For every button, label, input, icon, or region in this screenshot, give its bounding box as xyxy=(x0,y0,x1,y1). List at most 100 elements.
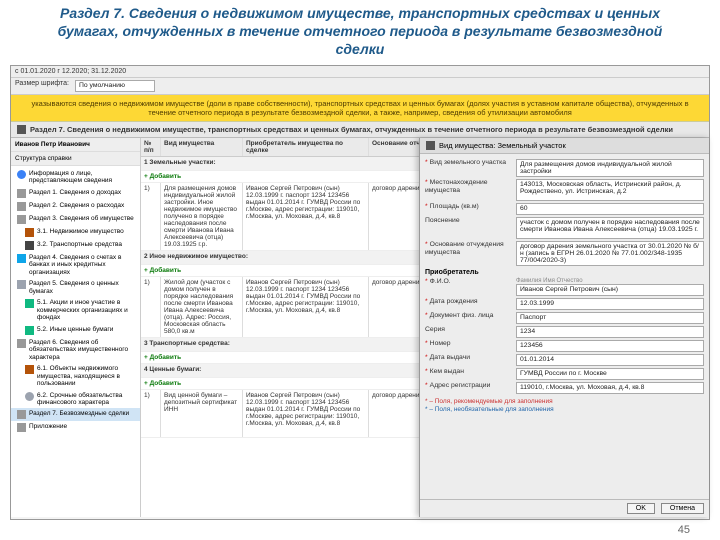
sidebar-item-label: Информация о лице, представляющем сведен… xyxy=(29,170,137,185)
sidebar-item-s31[interactable]: 3.1. Недвижимое имущество xyxy=(11,226,140,239)
font-toolbar: Размер шрифта: По умолчанию xyxy=(11,78,709,95)
sidebar-item-s7[interactable]: Раздел 7. Безвозмездные сделки xyxy=(11,408,140,421)
window-period: с 01.01.2020 г 12.2020; 31.12.2020 xyxy=(11,66,709,78)
sidebar-item-s6[interactable]: Раздел 6. Сведения об обязательствах иму… xyxy=(11,337,140,363)
cell-num: 1) xyxy=(141,183,161,250)
doc-icon xyxy=(17,339,26,348)
font-label: Размер шрифта: xyxy=(15,80,69,92)
page-number: 45 xyxy=(678,524,690,536)
cell-vid: Жилой дом (участок с домом получен в пор… xyxy=(161,277,243,337)
sidebar-item-s3[interactable]: Раздел 3. Сведения об имуществе xyxy=(11,213,140,226)
sidebar-item-s52[interactable]: 5.2. Иные ценные бумаги xyxy=(11,324,140,337)
addr-label: Адрес регистрации xyxy=(425,382,511,390)
doc-icon xyxy=(17,189,26,198)
font-size-select[interactable]: По умолчанию xyxy=(75,80,155,92)
sidebar-item-label: Раздел 7. Безвозмездные сделки xyxy=(29,410,129,417)
sidebar-item-s32[interactable]: 3.2. Транспортные средства xyxy=(11,239,140,252)
fio-label: Ф.И.О. xyxy=(425,278,511,286)
addr-input[interactable]: 119010, г.Москва, ул. Моховая, д.4, кв.8 xyxy=(516,382,704,394)
dob-label: Дата рождения xyxy=(425,298,511,306)
sidebar-item-s61[interactable]: 6.1. Объекты недвижимого имущества, нахо… xyxy=(11,363,140,389)
doc-icon xyxy=(17,410,26,419)
area-input[interactable]: 60 xyxy=(516,203,704,215)
th-num: № п/п xyxy=(141,138,161,156)
doc-select[interactable]: Паспорт xyxy=(516,312,704,324)
ok-button[interactable]: OK xyxy=(627,503,655,514)
doc-icon xyxy=(17,423,26,432)
square-icon xyxy=(25,326,34,335)
edit-modal: Вид имущества: Земельный участок Вид зем… xyxy=(419,138,709,517)
sidebar-item-label: 5.1. Акции и иное участие в коммерческих… xyxy=(37,299,137,321)
area-label: Площадь (кв.м) xyxy=(425,203,511,211)
content-table-area: № п/п Вид имущества Приобретатель имущес… xyxy=(141,138,709,517)
sidebar-item-label: 3.2. Транспортные средства xyxy=(37,241,122,248)
doc-icon xyxy=(17,202,26,211)
location-label: Местонахождение имущества xyxy=(425,179,511,195)
cell-vid: Вид ценной бумаги – депозитный сертифика… xyxy=(161,390,243,437)
sidebar: Иванов Петр Иванович Структура справки И… xyxy=(11,138,141,517)
sidebar-item-label: 5.2. Иные ценные бумаги xyxy=(37,326,113,333)
dob-input[interactable]: 12.03.1999 xyxy=(516,298,704,310)
th-vid: Вид имущества xyxy=(161,138,243,156)
paper-icon xyxy=(17,280,26,289)
sidebar-item-label: Приложение xyxy=(29,423,67,430)
note-textarea[interactable]: участок с домом получен в порядке наслед… xyxy=(516,217,704,239)
sidebar-item-s2[interactable]: Раздел 2. Сведения о расходах xyxy=(11,200,140,213)
note-label: Пояснение xyxy=(425,217,511,225)
sidebar-item-label: Раздел 4. Сведения о счетах в банках и и… xyxy=(29,254,137,276)
cell-acq: Иванов Сергей Петрович (сын) 12.03.1999 … xyxy=(243,390,369,437)
cancel-button[interactable]: Отмена xyxy=(661,503,704,514)
modal-title: Вид имущества: Земельный участок xyxy=(439,141,566,150)
info-banner: указываются сведения о недвижимом имущес… xyxy=(11,95,709,122)
cell-num: 1) xyxy=(141,390,161,437)
modal-body: Вид земельного участка Для размещения дом… xyxy=(420,154,709,499)
sidebar-tree: Информация о лице, представляющем сведен… xyxy=(11,166,140,436)
modal-footer: OK Отмена xyxy=(420,499,709,517)
modal-title-bar: Вид имущества: Земельный участок xyxy=(420,138,709,154)
fio-input[interactable]: Иванов Сергей Петрович (сын) xyxy=(516,284,704,296)
doc-label: Документ физ. лица xyxy=(425,312,511,320)
sidebar-item-label: 6.2. Срочные обязательства финансового х… xyxy=(37,392,137,407)
osn-label: Основание отчуждения имущества xyxy=(425,241,511,257)
issuer-input[interactable]: ГУМВД России по г. Москве xyxy=(516,368,704,380)
num-input[interactable]: 123456 xyxy=(516,340,704,352)
sidebar-item-s51[interactable]: 5.1. Акции и иное участие в коммерческих… xyxy=(11,297,140,323)
modal-icon xyxy=(426,141,435,150)
cell-acq: Иванов Сергей Петрович (сын) 12.03.1999 … xyxy=(243,277,369,337)
land-type-select[interactable]: Для размещения домов индивидуальной жило… xyxy=(516,159,704,177)
land-type-label: Вид земельного участка xyxy=(425,159,511,167)
series-label: Серия xyxy=(425,326,511,334)
main-area: Иванов Петр Иванович Структура справки И… xyxy=(11,138,709,517)
th-acq: Приобретатель имущества по сделке xyxy=(243,138,369,156)
issue-date-label: Дата выдачи xyxy=(425,354,511,362)
sidebar-item-info[interactable]: Информация о лице, представляющем сведен… xyxy=(11,168,140,187)
num-label: Номер xyxy=(425,340,511,348)
bank-icon xyxy=(17,254,26,263)
cell-num: 1) xyxy=(141,277,161,337)
sidebar-item-s4[interactable]: Раздел 4. Сведения о счетах в банках и и… xyxy=(11,252,140,278)
cell-acq: Иванов Сергей Петрович (сын) 12.03.1999 … xyxy=(243,183,369,250)
sidebar-structure-label: Структура справки xyxy=(11,152,140,166)
sidebar-item-label: Раздел 1. Сведения о доходах xyxy=(29,189,121,196)
sidebar-item-label: Раздел 5. Сведения о ценных бумагах xyxy=(29,280,137,295)
clock-icon xyxy=(25,392,34,401)
sidebar-item-s62[interactable]: 6.2. Срочные обязательства финансового х… xyxy=(11,390,140,409)
doc-icon xyxy=(17,215,26,224)
sidebar-item-s5[interactable]: Раздел 5. Сведения о ценных бумагах xyxy=(11,278,140,297)
osn-textarea[interactable]: договор дарения земельного участка от 30… xyxy=(516,241,704,266)
location-input[interactable]: 143013, Московская область, Истринский р… xyxy=(516,179,704,201)
legend: * – Поля, рекомендуемые для заполнения *… xyxy=(425,398,704,415)
application-window: с 01.01.2020 г 12.2020; 31.12.2020 Разме… xyxy=(10,65,710,520)
sidebar-item-appendix[interactable]: Приложение xyxy=(11,421,140,434)
section-title: Раздел 7. Сведения о недвижимом имуществ… xyxy=(30,125,673,134)
issue-date-input[interactable]: 01.01.2014 xyxy=(516,354,704,366)
slide-title: Раздел 7. Сведения о недвижимом имуществ… xyxy=(0,0,720,63)
series-input[interactable]: 1234 xyxy=(516,326,704,338)
acquirer-header: Приобретатель xyxy=(425,269,704,276)
legend-optional: * – Поля, необязательные для заполнения xyxy=(425,406,704,414)
section-icon xyxy=(17,125,26,134)
square-icon xyxy=(25,299,34,308)
sidebar-item-s1[interactable]: Раздел 1. Сведения о доходах xyxy=(11,187,140,200)
car-icon xyxy=(25,241,34,250)
sidebar-item-label: Раздел 3. Сведения об имуществе xyxy=(29,215,134,222)
